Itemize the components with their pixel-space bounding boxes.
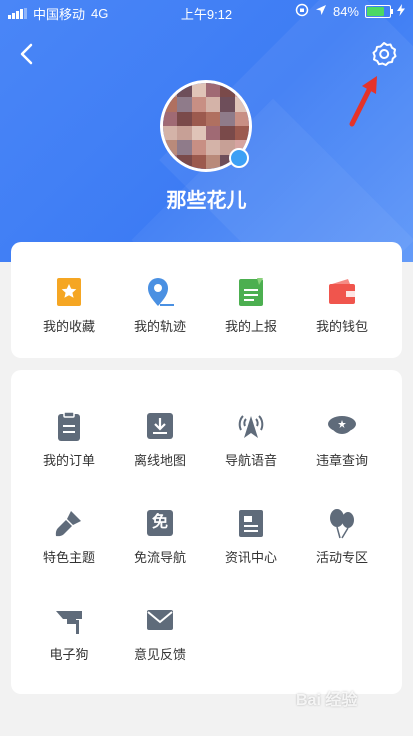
menu-item-themes[interactable]: 特色主题 (24, 507, 114, 566)
battery-icon (365, 5, 393, 18)
menu-label: 导航语音 (224, 453, 277, 468)
wallet-item[interactable]: 我的钱包 (297, 276, 387, 335)
rotation-lock-icon (295, 3, 309, 20)
avatar-pixel (234, 111, 249, 126)
avatar-pixel (220, 125, 235, 141)
profile-header: 中国移动 4G 上午9:12 84% 那些花儿 (0, 0, 413, 262)
location-pin-icon (144, 276, 176, 308)
avatar-pixel (205, 83, 221, 98)
speed-camera-icon (53, 604, 85, 636)
avatar-pixel (205, 111, 221, 126)
watermark: Bai 经验 (296, 692, 358, 709)
status-bar: 中国移动 4G 上午9:12 84% (0, 0, 413, 24)
avatar-pixel (191, 111, 206, 126)
star-bookmark-icon (53, 276, 85, 308)
avatar-pixel (177, 140, 192, 155)
menu-item-feedback[interactable]: 意见反馈 (115, 604, 205, 663)
track-item[interactable]: 我的轨迹 (115, 276, 205, 335)
balloons-icon (326, 507, 358, 539)
track-label: 我的轨迹 (133, 319, 186, 334)
menu-label: 资讯中心 (224, 550, 277, 565)
avatar-pixel (191, 83, 206, 98)
menu-label: 活动专区 (315, 550, 368, 565)
avatar-pixel (220, 111, 235, 126)
menu-label: 意见反馈 (133, 647, 186, 662)
avatar-pixel (191, 154, 206, 169)
avatar-pixel (234, 125, 249, 141)
menu-label: 电子狗 (49, 647, 89, 662)
menu-item-nav-voice[interactable]: 导航语音 (206, 410, 296, 469)
menu-item-orders[interactable]: 我的订单 (24, 410, 114, 469)
clipboard-icon (53, 410, 85, 442)
avatar-pixel (163, 125, 178, 141)
free-data-glyph: 免 (151, 514, 168, 531)
user-nickname[interactable]: 那些花儿 (0, 184, 413, 213)
avatar-pixel (177, 97, 192, 112)
avatar-pixel (191, 125, 206, 141)
menu-label: 违章查询 (315, 453, 368, 468)
settings-gear-icon[interactable] (370, 40, 398, 68)
avatar-pixel (177, 125, 192, 141)
paint-brush-icon (53, 507, 85, 539)
avatar-pixel (205, 125, 221, 141)
menu-card: 我的订单 离线地图 导航语音 违章查询 特色主题 免 免流导航 资讯中心 活动专… (11, 370, 402, 694)
free-data-icon: 免 (144, 507, 176, 539)
wallet-label: 我的钱包 (315, 319, 368, 334)
annotation-arrow (349, 76, 377, 127)
location-arrow-icon (315, 4, 327, 19)
menu-item-events[interactable]: 活动专区 (297, 507, 387, 566)
avatar-pixel (163, 83, 178, 98)
avatar-pixel (205, 140, 221, 155)
report-item[interactable]: 我的上报 (206, 276, 296, 335)
favorites-label: 我的收藏 (42, 319, 95, 334)
favorites-item[interactable]: 我的收藏 (24, 276, 114, 335)
avatar-pixel (191, 97, 206, 112)
menu-item-violations[interactable]: 违章查询 (297, 410, 387, 469)
avatar-pixel (191, 140, 206, 155)
report-label: 我的上报 (224, 319, 277, 334)
back-button[interactable] (16, 40, 40, 68)
menu-label: 免流导航 (133, 550, 186, 565)
avatar-pixel (220, 97, 235, 112)
news-icon (235, 507, 267, 539)
download-icon (144, 410, 176, 442)
avatar-pixel (205, 97, 221, 112)
menu-item-offline-map[interactable]: 离线地图 (115, 410, 205, 469)
quick-actions-card: 我的收藏 我的轨迹 我的上报 我的钱包 (11, 242, 402, 358)
avatar-pixel (177, 111, 192, 126)
clock: 上午9:12 (180, 7, 233, 22)
menu-item-speed-camera[interactable]: 电子狗 (24, 604, 114, 663)
verified-badge-icon (229, 148, 249, 168)
police-cap-icon (326, 410, 358, 442)
battery-percent: 84% (332, 4, 359, 19)
menu-label: 离线地图 (133, 453, 186, 468)
menu-label: 特色主题 (42, 550, 95, 565)
menu-item-news[interactable]: 资讯中心 (206, 507, 296, 566)
menu-label: 我的订单 (42, 453, 95, 468)
envelope-icon (144, 604, 176, 636)
charging-icon (397, 4, 405, 19)
navigation-sound-icon (235, 410, 267, 442)
avatar-pixel (163, 111, 178, 126)
wallet-icon (326, 276, 358, 308)
avatar-pixel (177, 83, 192, 98)
report-document-icon (235, 276, 267, 308)
avatar-pixel (163, 97, 178, 112)
avatar-pixel (205, 154, 221, 169)
menu-item-free-nav[interactable]: 免 免流导航 (115, 507, 205, 566)
